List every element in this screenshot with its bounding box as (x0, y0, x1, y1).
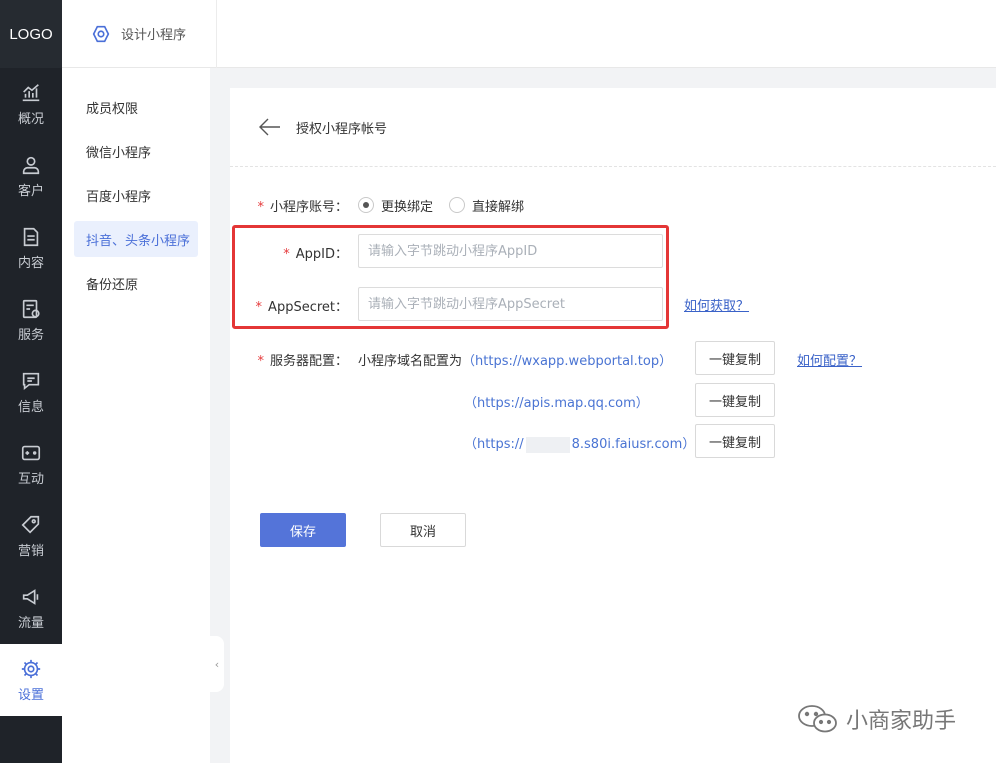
sidebar-item-member-permission[interactable]: 成员权限 (74, 89, 198, 125)
rail-item-customer[interactable]: 客户 (0, 140, 62, 212)
how-to-config-link[interactable]: 如何配置？ (797, 350, 862, 369)
rail-label: 概况 (17, 111, 44, 127)
copy-button-2[interactable]: 一键复制 (695, 383, 775, 417)
server-label-wrap: * 服务器配置： (230, 347, 348, 371)
main-panel: 授权小程序帐号 *小程序账号： 更换绑定 直接解绑 *AppID： *AppSe… (230, 88, 996, 763)
top-bar-title: 设计小程序 (121, 28, 187, 43)
gamepad-icon (21, 445, 41, 460)
sidebar-item-douyin-miniprogram[interactable]: 抖音、头条小程序 (74, 221, 198, 257)
watermark: 小商家助手 (796, 702, 956, 736)
copy-button-1[interactable]: 一键复制 (695, 341, 775, 375)
wechat-icon (798, 705, 837, 733)
account-label: * 小程序账号： (257, 199, 348, 215)
service-icon (22, 299, 40, 318)
chart-icon (22, 83, 40, 101)
settings-cog-icon (92, 25, 110, 42)
domain-line-3: （https://8.s80i.faiusr.com） (464, 436, 696, 453)
design-miniprogram-tab[interactable]: 设计小程序 (62, 0, 217, 68)
server-label: * 服务器配置： (257, 353, 348, 369)
highlight-box (232, 225, 669, 329)
main-nav-rail: LOGO 概况 客户 内容 服务 信息 互动 营销 流量 设置 (0, 0, 62, 763)
radio-dot[interactable] (358, 197, 374, 213)
radio-dot[interactable] (449, 197, 466, 213)
rail-item-traffic[interactable]: 流量 (0, 572, 62, 644)
sidebar-item-baidu-miniprogram[interactable]: 百度小程序 (74, 177, 198, 213)
domain-line-2: （https://apis.map.qq.com） (464, 396, 649, 411)
how-to-get-link[interactable]: 如何获取？ (684, 295, 749, 314)
rail-item-marketing[interactable]: 营销 (0, 500, 62, 572)
rail-label: 信息 (17, 399, 44, 415)
account-label-wrap: * 小程序账号： (230, 193, 348, 217)
cancel-button[interactable]: 取消 (380, 513, 466, 547)
rail-label: 互动 (17, 471, 44, 487)
sidebar-item-backup-restore[interactable]: 备份还原 (74, 265, 198, 301)
rail-item-service[interactable]: 服务 (0, 284, 62, 356)
rail-label: 客户 (17, 183, 44, 199)
rail-item-content[interactable]: 内容 (0, 212, 62, 284)
rail-label: 服务 (17, 327, 44, 343)
rail-item-message[interactable]: 信息 (0, 356, 62, 428)
rail-item-interact[interactable]: 互动 (0, 428, 62, 500)
sidebar-item-wechat-miniprogram[interactable]: 微信小程序 (74, 133, 198, 169)
top-bar: 设计小程序 (62, 0, 996, 68)
message-icon (22, 372, 40, 390)
watermark-text: 小商家助手 (846, 709, 957, 734)
copy-button-3[interactable]: 一键复制 (695, 424, 775, 458)
rail-label: 设置 (17, 687, 44, 703)
back-arrow-icon[interactable] (258, 115, 282, 139)
account-radio-group: 更换绑定 直接解绑 (358, 193, 540, 217)
tag-icon (21, 515, 40, 534)
document-icon (23, 227, 39, 246)
logo[interactable]: LOGO (0, 0, 62, 68)
save-button[interactable]: 保存 (260, 513, 346, 547)
user-icon (22, 156, 40, 174)
rail-label: 内容 (17, 255, 44, 271)
domain-line-1: 小程序域名配置为（https://wxapp.webportal.top） (358, 354, 673, 369)
rail-item-settings[interactable]: 设置 (0, 644, 62, 716)
rail-label: 营销 (17, 543, 44, 559)
redacted-block (525, 436, 570, 453)
megaphone-icon (22, 588, 39, 605)
settings-sidebar: 成员权限 微信小程序 百度小程序 抖音、头条小程序 备份还原 (62, 68, 210, 763)
rail-label: 流量 (17, 615, 44, 631)
panel-header: 授权小程序帐号 (230, 88, 996, 167)
rail-item-overview[interactable]: 概况 (0, 68, 62, 140)
page-title: 授权小程序帐号 (296, 121, 388, 137)
gear-icon (21, 659, 41, 678)
collapse-sidebar-button[interactable]: ‹ (210, 636, 224, 692)
radio-rebind[interactable]: 更换绑定 (358, 196, 433, 215)
radio-unbind[interactable]: 直接解绑 (449, 196, 524, 215)
